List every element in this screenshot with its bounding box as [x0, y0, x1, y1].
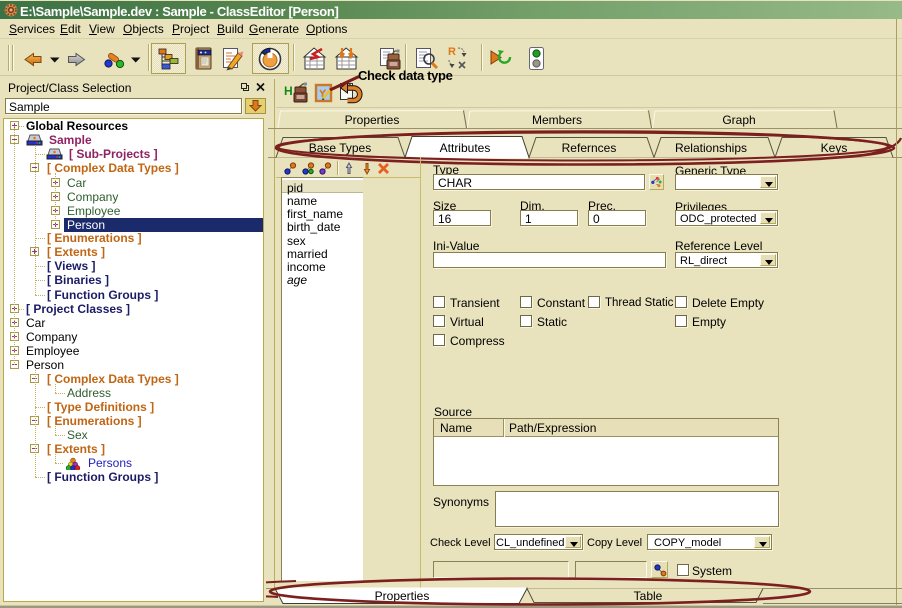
svg-text:Members: Members: [532, 113, 582, 127]
svg-text:Attributes: Attributes: [440, 141, 491, 155]
svg-text:Refernces: Refernces: [562, 141, 617, 155]
svg-text:Properties: Properties: [345, 113, 400, 127]
svg-text:Graph: Graph: [722, 113, 755, 127]
svg-text:H: H: [284, 84, 293, 98]
svg-text:Relationships: Relationships: [675, 141, 747, 155]
svg-text:R: R: [448, 46, 456, 58]
svg-text:Table: Table: [634, 589, 663, 603]
